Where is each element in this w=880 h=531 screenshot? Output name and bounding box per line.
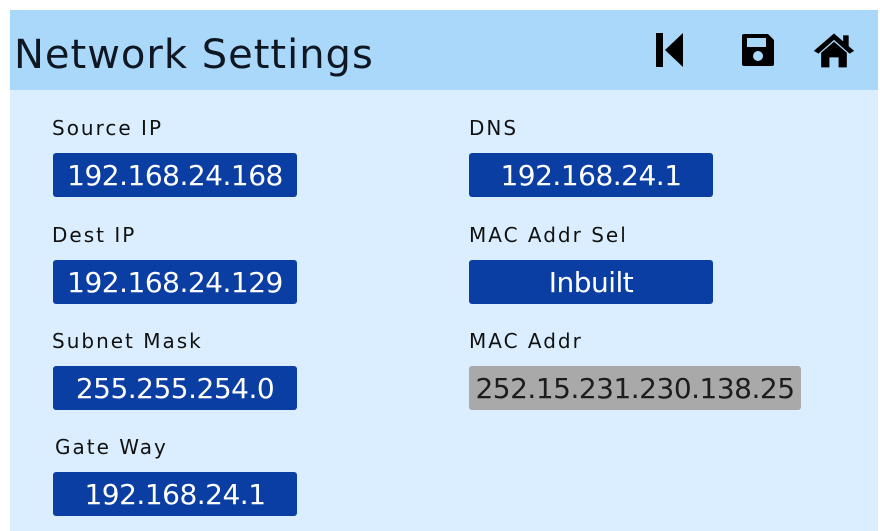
dest-ip-field[interactable]: 192.168.24.129 [53, 260, 297, 304]
mac-addr-sel-field[interactable]: Inbuilt [469, 260, 713, 304]
page-title: Network Settings [14, 32, 374, 78]
dns-label: DNS [469, 116, 519, 140]
network-settings-panel: Network Settings Source IP 192.168.24.16… [10, 10, 878, 531]
skip-back-icon[interactable] [648, 28, 692, 72]
dns-field[interactable]: 192.168.24.1 [469, 153, 713, 197]
dest-ip-label: Dest IP [52, 223, 137, 247]
gateway-field[interactable]: 192.168.24.1 [53, 472, 297, 516]
header-bar: Network Settings [10, 10, 878, 90]
subnet-mask-label: Subnet Mask [52, 329, 203, 353]
source-ip-label: Source IP [52, 116, 164, 140]
subnet-mask-field[interactable]: 255.255.254.0 [53, 366, 297, 410]
source-ip-field[interactable]: 192.168.24.168 [53, 153, 297, 197]
home-icon[interactable] [812, 28, 856, 72]
mac-addr-label: MAC Addr [469, 329, 583, 353]
save-icon[interactable] [736, 28, 780, 72]
gateway-label: Gate Way [55, 435, 168, 459]
mac-addr-field: 252.15.231.230.138.25 [469, 366, 801, 410]
mac-addr-sel-label: MAC Addr Sel [469, 223, 628, 247]
